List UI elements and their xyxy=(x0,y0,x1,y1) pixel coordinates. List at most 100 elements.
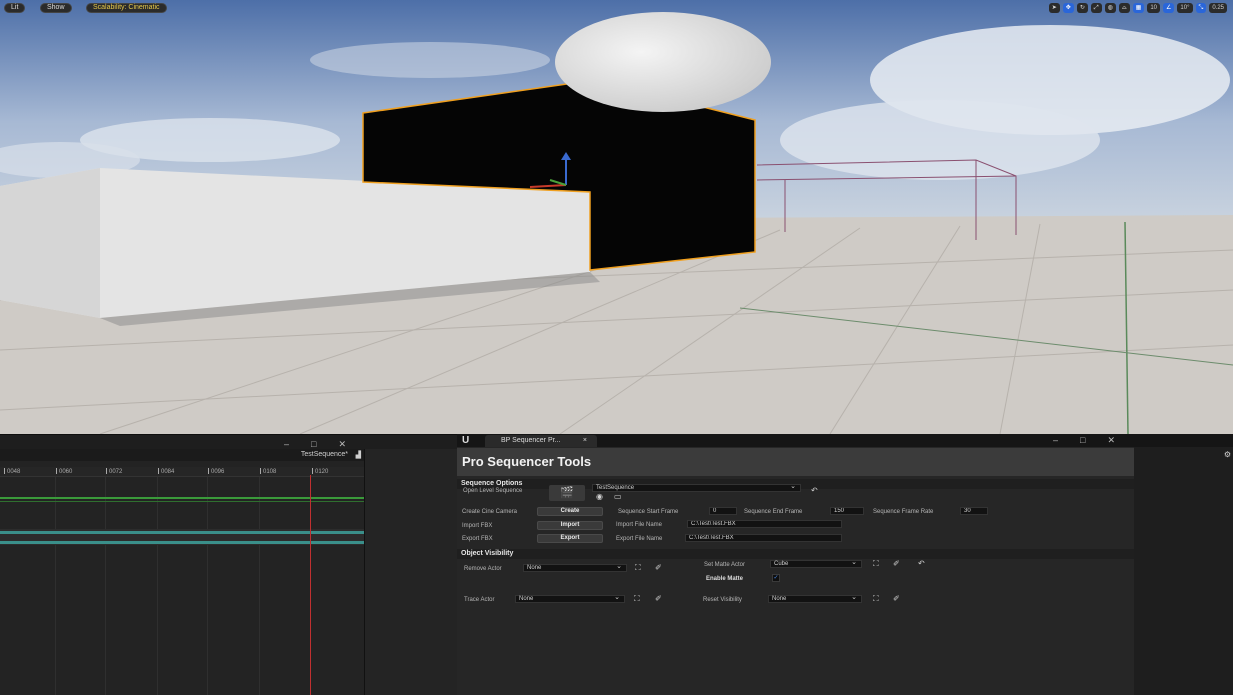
move-icon: ✥ xyxy=(1065,5,1071,11)
frame-rate-value: 30 xyxy=(964,508,971,514)
chevron-down-icon: ⌄ xyxy=(616,563,622,570)
lock-icon[interactable]: ▟ xyxy=(356,451,361,459)
scale-snap-label: 0.25 xyxy=(1212,5,1224,11)
remove-actor-value: None xyxy=(527,565,542,571)
import-file-field[interactable]: C:\Test\Test.FBX xyxy=(687,520,842,528)
open-sequence-button[interactable]: 🎬 xyxy=(549,485,585,501)
remove-actor-label: Remove Actor xyxy=(464,566,502,572)
eyedropper-icon[interactable]: ✐ xyxy=(655,564,662,572)
lit-mode-button[interactable]: Lit xyxy=(4,3,26,13)
set-matte-actor-label: Set Matte Actor xyxy=(704,562,746,568)
rotate-tool-button[interactable]: ↻ xyxy=(1076,3,1088,13)
sequence-selector[interactable]: TestSequence ⌄ xyxy=(592,483,801,492)
import-file-value: C:\Test\Test.FBX xyxy=(691,521,736,527)
show-label: Show xyxy=(47,4,65,11)
create-camera-button[interactable]: Create xyxy=(537,507,603,516)
select-tool-button[interactable]: ➤ xyxy=(1048,3,1060,13)
object-visibility-header: Object Visibility xyxy=(457,549,1134,559)
world-space-button[interactable]: ◍ xyxy=(1104,3,1116,13)
panel-tab[interactable]: BP Sequencer Pr... × xyxy=(485,435,597,447)
close-tab-icon[interactable]: × xyxy=(583,435,587,447)
scale-snap-value[interactable]: 0.25 xyxy=(1209,3,1227,13)
level-viewport[interactable]: Lit Show Scalability: Cinematic ➤ ✥ ↻ ⤢ … xyxy=(0,0,1233,434)
scale-tool-button[interactable]: ⤢ xyxy=(1090,3,1102,13)
eyedropper-icon[interactable]: ✐ xyxy=(655,595,662,603)
grid-line xyxy=(105,477,106,695)
sequencer-header: TestSequence* ▟ xyxy=(0,449,364,461)
end-frame-field[interactable]: 150 xyxy=(830,507,864,515)
import-button[interactable]: Import xyxy=(537,521,603,530)
export-button-label: Export xyxy=(560,535,580,541)
export-file-field[interactable]: C:\Test\Test.FBX xyxy=(685,534,842,542)
sequencer-track-area[interactable]: TestSequence* ▟ 0048 0060 0072 0084 0096… xyxy=(0,449,364,695)
scale-snap-toggle[interactable]: ⤡ xyxy=(1195,3,1207,13)
export-button[interactable]: Export xyxy=(537,534,603,543)
reset-arrow-icon[interactable]: ↶ xyxy=(918,560,925,568)
panel-title-bar: Pro Sequencer Tools xyxy=(457,448,1134,476)
scale-icon: ⤢ xyxy=(1093,5,1099,11)
end-frame-label: Sequence End Frame xyxy=(744,509,803,515)
pick-actor-icon[interactable]: ⛶ xyxy=(873,595,879,603)
trace-actor-label: Trace Actor xyxy=(464,597,495,603)
matte-actor-selector[interactable]: Cube ⌄ xyxy=(770,559,862,568)
surface-snap-button[interactable]: ⌓ xyxy=(1118,3,1130,13)
sequencer-window: – □ ✕ TestSequence* ▟ 0048 0060 0072 008… xyxy=(0,434,457,695)
chevron-down-icon: ⌄ xyxy=(614,594,620,601)
ruler-tick: 0084 xyxy=(158,468,174,475)
close-icon[interactable]: ✕ xyxy=(1107,435,1115,446)
eyedropper-icon[interactable]: ✐ xyxy=(893,560,900,568)
show-menu-button[interactable]: Show xyxy=(40,3,72,13)
pro-sequencer-panel: U BP Sequencer Pr... × – □ ✕ Pro Sequenc… xyxy=(457,434,1233,695)
eyedropper-icon[interactable]: ✐ xyxy=(893,595,900,603)
rotate-icon: ↻ xyxy=(1079,5,1085,11)
remove-actor-selector[interactable]: None ⌄ xyxy=(523,563,627,572)
checkmark-icon: ✓ xyxy=(773,575,779,581)
maximize-icon[interactable]: □ xyxy=(1080,435,1085,446)
reset-arrow-icon[interactable]: ↶ xyxy=(811,487,818,495)
trace-actor-value: None xyxy=(519,596,534,602)
playhead[interactable] xyxy=(310,475,311,695)
folder-icon[interactable]: ▭ xyxy=(614,493,622,501)
settings-icon[interactable]: ⚙ xyxy=(1224,451,1231,459)
grid-line xyxy=(259,477,260,695)
frame-rate-field[interactable]: 30 xyxy=(960,507,988,515)
trace-actor-selector[interactable]: None ⌄ xyxy=(515,594,625,603)
browse-icon[interactable]: ◉ xyxy=(596,493,603,501)
surface-snap-icon: ⌓ xyxy=(1121,5,1127,11)
grid-line xyxy=(55,477,56,695)
enable-matte-checkbox[interactable]: ✓ xyxy=(772,574,780,582)
import-file-label: Import File Name xyxy=(616,522,663,528)
matte-actor-value: Cube xyxy=(774,561,789,567)
pick-actor-icon[interactable]: ⛶ xyxy=(634,595,640,603)
minimize-icon[interactable]: – xyxy=(1053,435,1058,446)
ruler-tick: 0108 xyxy=(260,468,276,475)
grid-snap-label: 10 xyxy=(1150,5,1158,11)
export-file-label: Export File Name xyxy=(616,536,663,542)
reset-visibility-selector[interactable]: None ⌄ xyxy=(768,594,862,603)
rotation-snap-value[interactable]: 10° xyxy=(1177,3,1193,13)
sequence-selector-value: TestSequence xyxy=(596,485,635,491)
sequence-name: TestSequence* xyxy=(300,451,348,458)
ruler-tick: 0060 xyxy=(56,468,72,475)
ruler-tick: 0048 xyxy=(4,468,20,475)
import-button-label: Import xyxy=(560,522,580,528)
end-frame-value: 150 xyxy=(834,508,845,514)
translate-tool-button[interactable]: ✥ xyxy=(1062,3,1074,13)
grid-line xyxy=(157,477,158,695)
pick-actor-icon[interactable]: ⛶ xyxy=(873,560,879,568)
cursor-icon: ➤ xyxy=(1051,5,1057,11)
rotation-snap-toggle[interactable]: ∠ xyxy=(1163,3,1175,13)
reset-visibility-label: Reset Visibility xyxy=(703,597,742,603)
unreal-logo-icon: U xyxy=(462,435,470,446)
scalability-button[interactable]: Scalability: Cinematic xyxy=(86,3,167,13)
grid-snap-value[interactable]: 10 xyxy=(1147,3,1161,13)
enable-matte-label: Enable Matte xyxy=(706,576,744,582)
chevron-down-icon: ⌄ xyxy=(851,559,857,566)
grid-snap-toggle[interactable]: ▦ xyxy=(1132,3,1145,13)
export-fbx-label: Export FBX xyxy=(462,536,493,542)
scale-snap-icon: ⤡ xyxy=(1198,5,1204,11)
start-frame-value: 0 xyxy=(713,508,717,514)
chevron-down-icon: ⌄ xyxy=(851,594,857,601)
start-frame-field[interactable]: 0 xyxy=(709,507,737,515)
pick-actor-icon[interactable]: ⛶ xyxy=(635,564,641,572)
